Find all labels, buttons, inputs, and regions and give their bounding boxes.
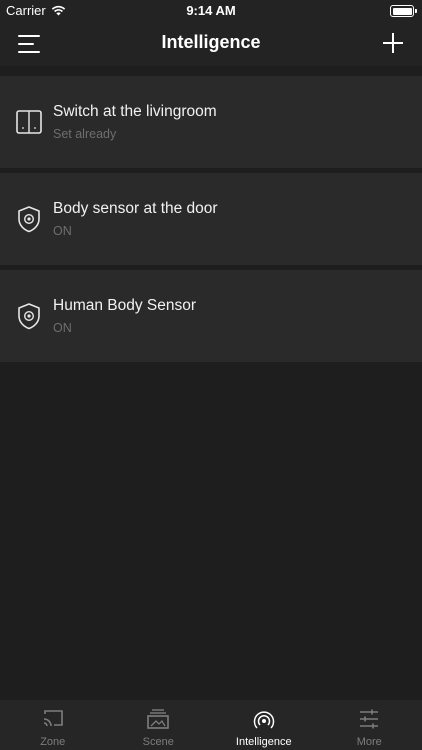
cast-icon [43,710,63,727]
tab-bar: Zone Scene Intelligence More [0,700,422,750]
tab-intelligence[interactable]: Intelligence [211,700,317,750]
tab-more[interactable]: More [317,700,422,750]
list-item[interactable]: Switch at the livingroom Set already [0,76,422,168]
tab-label: More [356,736,382,748]
tab-scene[interactable]: Scene [106,700,212,750]
list-item[interactable]: Human Body Sensor ON [0,270,422,362]
switch-panel-icon [16,110,42,134]
tab-label: Intelligence [235,736,292,748]
status-time: 9:14 AM [186,3,236,18]
page-title: Intelligence [161,32,261,52]
shield-sensor-icon [18,206,40,233]
status-right [390,5,417,17]
item-subtitle: ON [53,224,72,238]
scene-image-icon [147,709,170,729]
device-list: Switch at the livingroom Set already Bod… [0,76,422,367]
tab-zone[interactable]: Zone [0,700,106,750]
item-title: Human Body Sensor [53,297,197,314]
shield-sensor-icon [18,303,40,330]
tab-label: Zone [40,736,66,748]
item-title: Body sensor at the door [53,200,218,217]
sliders-icon [360,709,379,729]
tab-label: Scene [142,736,174,748]
broadcast-icon [253,711,274,729]
item-title: Switch at the livingroom [53,103,217,120]
list-item[interactable]: Body sensor at the door ON [0,173,422,265]
status-bar: Carrier 9:14 AM [0,0,422,22]
battery-icon [390,5,417,17]
item-subtitle: ON [53,321,72,335]
navigation-bar: Intelligence [0,22,422,66]
item-subtitle: Set already [53,127,117,141]
add-icon[interactable] [382,32,404,54]
